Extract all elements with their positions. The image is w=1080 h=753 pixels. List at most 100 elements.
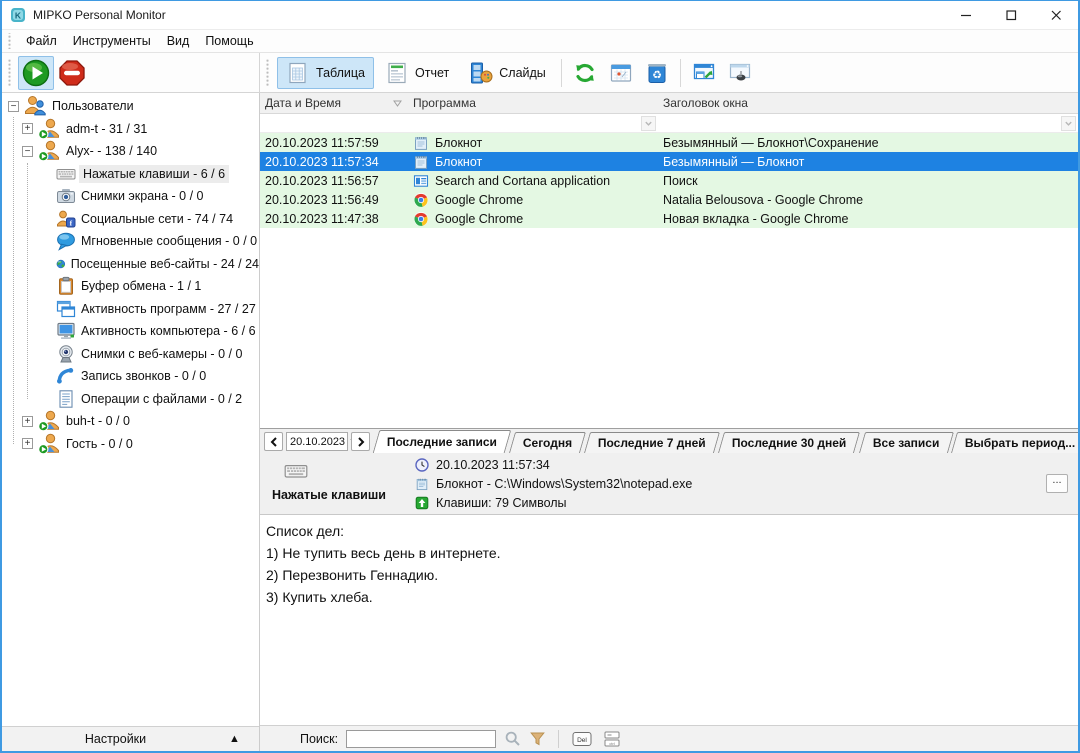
expander-plus-icon[interactable]	[22, 416, 33, 427]
tree-item-users-root[interactable]: Пользователи	[2, 95, 259, 118]
record-detail-header: Нажатые клавиши 20.10.2023 11:57:34 Блок…	[260, 453, 1078, 515]
tree-item-keystrokes[interactable]: Нажатые клавиши - 6 / 6	[2, 163, 259, 186]
window-popout-button[interactable]	[686, 56, 722, 90]
table-row[interactable]: 20.10.2023 11:47:38 Google Chrome Новая …	[260, 209, 1078, 228]
key-combo-icon[interactable]: ctrl	[601, 730, 623, 748]
view-toolbar-gripper[interactable]	[265, 59, 270, 86]
user-tree: Пользователи adm-t - 31 / 31 Alyx- - 138…	[2, 93, 259, 726]
calendar-button[interactable]	[603, 56, 639, 90]
filter-datetime[interactable]	[260, 114, 408, 132]
menu-tools[interactable]: Инструменты	[65, 31, 159, 51]
table-row[interactable]: 20.10.2023 11:56:57 Search and Cortana a…	[260, 171, 1078, 190]
date-picker[interactable]: 20.10.2023 ▼	[286, 432, 348, 451]
view-slides-label: Слайды	[499, 66, 546, 80]
svg-text:ctrl: ctrl	[609, 740, 614, 745]
tab-latest-records[interactable]: Последние записи	[373, 430, 512, 453]
tab-today[interactable]: Сегодня	[509, 432, 586, 453]
tree-item-webcam[interactable]: Снимки с веб-камеры - 0 / 0	[2, 343, 259, 366]
record-category-label: Нажатые клавиши	[272, 488, 386, 502]
expander-minus-icon[interactable]	[8, 101, 19, 112]
close-button[interactable]	[1033, 1, 1078, 29]
filter-program[interactable]	[408, 114, 658, 132]
keystrokes-text: Список дел: 1) Не тупить весь день в инт…	[260, 515, 1078, 725]
view-report-button[interactable]: Отчет	[376, 57, 458, 89]
tree-item-file-ops[interactable]: Операции с файлами - 0 / 2	[2, 388, 259, 411]
maximize-button[interactable]	[988, 1, 1033, 29]
tab-last-7-days[interactable]: Последние 7 дней	[584, 432, 720, 453]
recycle-bin-icon: ♻	[645, 61, 669, 85]
window-popout-icon	[692, 61, 716, 85]
toolbar-gripper[interactable]	[7, 59, 12, 86]
view-table-button[interactable]: Таблица	[277, 57, 374, 89]
view-slides-button[interactable]: Слайды	[460, 57, 555, 89]
column-header-window-title[interactable]: Заголовок окна	[658, 96, 1078, 110]
table-row[interactable]: 20.10.2023 11:56:49 Google Chrome Natali…	[260, 190, 1078, 209]
settings-label: Настройки	[2, 732, 229, 746]
cortana-icon	[413, 173, 429, 189]
record-program-path: Блокнот - C:\Windows\System32\notepad.ex…	[436, 477, 692, 491]
filter-funnel-icon[interactable]	[529, 730, 546, 747]
menu-view[interactable]: Вид	[159, 31, 198, 51]
search-input[interactable]	[346, 730, 496, 748]
window-watch-button[interactable]	[722, 56, 758, 90]
tree-item-computer-activity[interactable]: Активность компьютера - 6 / 6	[2, 320, 259, 343]
filter-window-title[interactable]	[658, 114, 1078, 132]
tree-item-websites[interactable]: Посещенные веб-сайты - 24 / 24	[2, 253, 259, 276]
tree-item-user-alyx[interactable]: Alyx- - 138 / 140	[2, 140, 259, 163]
column-header-datetime[interactable]: Дата и Время	[260, 96, 408, 110]
search-bar: Поиск: Del ctrl	[260, 725, 1078, 751]
settings-bar[interactable]: Настройки ▲	[2, 726, 259, 751]
menu-file[interactable]: Файл	[18, 31, 65, 51]
record-time: 20.10.2023 11:57:34	[436, 458, 550, 472]
period-bar: 20.10.2023 ▼ Последние записи Сегодня По…	[260, 428, 1078, 453]
start-monitoring-button[interactable]	[18, 56, 54, 90]
stop-monitoring-button[interactable]	[54, 56, 90, 90]
window-watch-icon	[728, 61, 752, 85]
tree-item-clipboard[interactable]: Буфер обмена - 1 / 1	[2, 275, 259, 298]
tree-item-social[interactable]: f Социальные сети - 74 / 74	[2, 208, 259, 231]
expander-minus-icon[interactable]	[22, 146, 33, 157]
del-key-icon[interactable]: Del	[571, 730, 593, 748]
view-report-label: Отчет	[415, 66, 449, 80]
keys-count-icon	[415, 496, 429, 510]
search-label: Поиск:	[300, 732, 338, 746]
menu-gripper[interactable]	[7, 33, 12, 48]
date-value: 20.10.2023	[290, 436, 345, 448]
tree-item-calls[interactable]: Запись звонков - 0 / 0	[2, 365, 259, 388]
chevron-down-icon[interactable]	[641, 116, 656, 131]
tab-last-30-days[interactable]: Последние 30 дней	[718, 432, 860, 453]
table-empty-area	[260, 228, 1078, 428]
minimize-button[interactable]	[943, 1, 988, 29]
expander-plus-icon[interactable]	[22, 438, 33, 449]
chrome-icon	[413, 211, 429, 227]
tree-item-screenshots[interactable]: Снимки экрана - 0 / 0	[2, 185, 259, 208]
table-row-selected[interactable]: 20.10.2023 11:57:34 Блокнот Безымянный —…	[260, 152, 1078, 171]
refresh-button[interactable]	[567, 56, 603, 90]
arrow-right-icon[interactable]	[351, 432, 370, 451]
tree-item-user-buht[interactable]: buh-t - 0 / 0	[2, 410, 259, 433]
search-magnifier-icon[interactable]	[504, 730, 521, 747]
tree-item-user-guest[interactable]: Гость - 0 / 0	[2, 433, 259, 456]
tree-item-im[interactable]: Мгновенные сообщения - 0 / 0	[2, 230, 259, 253]
menu-help[interactable]: Помощь	[197, 31, 261, 51]
toolbar-separator-2	[680, 59, 681, 87]
more-button[interactable]: ...	[1046, 474, 1068, 493]
user-icon	[37, 409, 61, 433]
chevron-down-icon[interactable]	[1061, 116, 1076, 131]
search-separator	[558, 730, 559, 748]
recycle-bin-button[interactable]: ♻	[639, 56, 675, 90]
record-keys-count: Клавиши: 79 Символы	[436, 496, 567, 510]
tree-item-program-activity[interactable]: Активность программ - 27 / 27	[2, 298, 259, 321]
table-filter-row	[260, 114, 1078, 133]
record-category: Нажатые клавиши	[260, 453, 415, 514]
expander-plus-icon[interactable]	[22, 123, 33, 134]
column-header-program[interactable]: Программа	[408, 96, 658, 110]
tab-choose-period[interactable]: Выбрать период...	[951, 432, 1080, 453]
programs-icon	[56, 299, 76, 319]
arrow-left-icon[interactable]	[264, 432, 283, 451]
table-row[interactable]: 20.10.2023 11:57:59 Блокнот Безымянный —…	[260, 133, 1078, 152]
tab-all-records[interactable]: Все записи	[858, 432, 953, 453]
calendar-icon	[609, 61, 633, 85]
sort-desc-icon	[392, 98, 403, 109]
tree-item-user-admt[interactable]: adm-t - 31 / 31	[2, 118, 259, 141]
